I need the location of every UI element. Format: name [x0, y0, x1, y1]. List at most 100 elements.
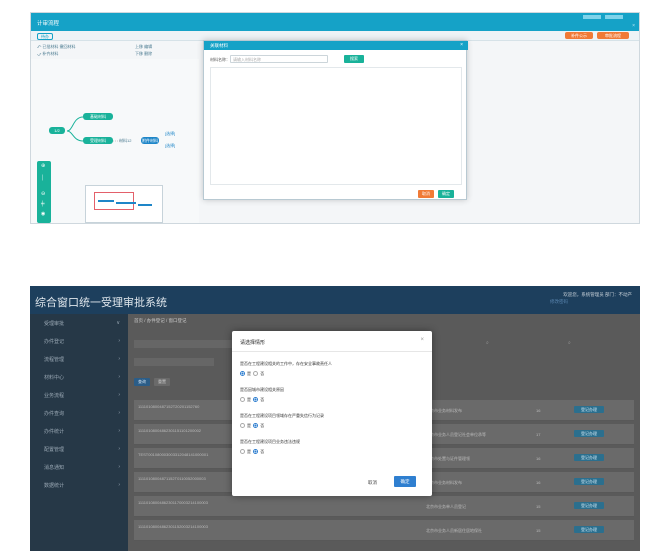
tool-approved[interactable]: 已批材料 [42, 44, 58, 49]
sidebar-item[interactable]: 数据统计 [44, 482, 64, 489]
change-password-link[interactable]: 修改密码 [550, 299, 568, 305]
line-tool-icon[interactable]: │ [41, 175, 44, 181]
sidebar-item[interactable]: 业务流程 [44, 392, 64, 399]
question-1-options: 是 否 [240, 371, 264, 377]
radio-yes[interactable] [240, 371, 245, 377]
question-1: 是否在工程建设相关的工作中，存在安全事故责任人 [240, 361, 332, 366]
sidebar-item[interactable]: 办件查询 [44, 410, 64, 417]
toolbar-left: ⤺ 已批材料 撤回材料 [37, 44, 76, 50]
flow-editor-title: 计审流程 [37, 21, 60, 27]
radio-yes[interactable] [240, 397, 245, 403]
cancel-button[interactable]: 取消 [368, 480, 377, 486]
material-modal-title: 关联材料 [210, 43, 228, 48]
sidebar-item[interactable]: 消息通知 [44, 464, 64, 471]
user-info: 欢迎您，系统管理员 部门：不动产 [563, 292, 632, 297]
divider [232, 351, 432, 352]
view-icon[interactable]: ◉ [41, 211, 45, 217]
flow-node-attach[interactable]: 附件材料 [141, 137, 159, 144]
confirm-button[interactable]: 确定 [438, 190, 454, 198]
canvas-tool-sidebar: ⊕ │ ⊖ ╪ ◉ [37, 161, 51, 223]
flow-node-accept[interactable]: 受理材料 [83, 137, 113, 144]
radio-yes[interactable] [240, 449, 245, 455]
register-button[interactable]: 登记办理 [574, 430, 604, 437]
tool-complete[interactable]: 补齐材料 [42, 51, 58, 56]
minimap[interactable] [85, 185, 163, 223]
material-modal-header: 关联材料 × [204, 41, 468, 50]
sidebar-item[interactable]: 办件统计 [44, 428, 64, 435]
register-button[interactable]: 登记办理 [574, 502, 604, 509]
query-button[interactable]: 查询 [134, 378, 150, 386]
search-button[interactable]: 搜索 [344, 55, 364, 63]
register-button[interactable]: 登记办理 [574, 454, 604, 461]
flow-node-basic[interactable]: 基础材料 [83, 113, 113, 120]
chevron-right-icon: › [118, 338, 120, 344]
approval-button[interactable]: 审批流程 [597, 32, 629, 39]
tool-withdraw[interactable]: 撤回材料 [60, 44, 76, 49]
material-list-area[interactable] [210, 67, 462, 185]
chevron-right-icon: › [118, 356, 120, 362]
cancel-button[interactable]: 取消 [418, 190, 434, 198]
search-icon[interactable]: ⌕ [568, 340, 571, 346]
zoom-out-icon[interactable]: ⊖ [41, 191, 45, 197]
window-control[interactable] [605, 15, 623, 19]
register-button[interactable]: 登记办理 [574, 526, 604, 533]
chevron-right-icon: › [118, 410, 120, 416]
minimap-node [116, 202, 136, 204]
material-modal: 关联材料 × 材料名称： 请输入材料名称 搜索 取消 确定 [203, 40, 468, 200]
close-icon[interactable]: × [420, 337, 424, 343]
toolbar-left-2: ⤻ 补齐材料 [37, 51, 58, 57]
radio-no[interactable] [253, 371, 259, 377]
radio-yes[interactable] [240, 423, 245, 429]
sidebar-item[interactable]: 受理审批 [44, 320, 64, 327]
table-row: 11110108004862301170003214100003 北京市业务单人… [134, 496, 634, 517]
minimap-node [98, 200, 114, 202]
minimap-node [138, 204, 152, 206]
delete-button[interactable]: 删除 [144, 51, 152, 56]
sidebar-item[interactable]: 办件登记 [44, 338, 64, 345]
material-name-input[interactable]: 请输入材料名称 [230, 55, 328, 63]
chevron-right-icon: › [118, 464, 120, 470]
radio-no[interactable] [253, 449, 259, 455]
question-3-options: 是 否 [240, 423, 264, 429]
register-button[interactable]: 登记办理 [574, 406, 604, 413]
flow-editor-window: 计审流程 × 待办 补件公示 审批流程 ⤺ 已批材料 撤回材料 ⤻ 补齐材料 上… [30, 12, 640, 224]
app-title: 综合窗口统一受理审批系统 [35, 297, 167, 309]
chevron-down-icon: ∨ [116, 320, 120, 326]
breadcrumb: 首页 / 办件登记 / 窗口登记 [134, 318, 187, 323]
radio-no[interactable] [253, 397, 259, 403]
tab-todo[interactable]: 待办 [37, 33, 53, 40]
move-up-button[interactable]: 上移 [135, 44, 143, 49]
close-icon[interactable]: × [460, 42, 463, 48]
toolbar-mid-2: 下移 删除 [135, 51, 152, 57]
question-3: 是否在工程建设项目领域存在严重失信行为记录 [240, 413, 324, 418]
flow-node-badge[interactable]: 1/2 [49, 127, 65, 134]
chevron-right-icon: › [118, 428, 120, 434]
material-name-label: 材料名称： [210, 57, 230, 62]
close-icon[interactable]: × [632, 23, 635, 29]
question-4: 是否在工程建设项目业务违法违规 [240, 439, 300, 444]
zoom-in-icon[interactable]: ⊕ [41, 163, 45, 169]
move-down-button[interactable]: 下移 [135, 51, 143, 56]
edit-button[interactable]: 编辑 [144, 44, 152, 49]
sidebar-item[interactable]: 配置管理 [44, 446, 64, 453]
sidebar-item[interactable]: 流程管理 [44, 356, 64, 363]
confirm-button[interactable]: 确定 [394, 476, 416, 487]
window-control[interactable] [583, 15, 601, 19]
question-2: 是否因城市建设相关原因 [240, 387, 284, 392]
sidebar-item[interactable]: 材料中心 [44, 374, 64, 381]
reset-button[interactable]: 重置 [154, 378, 170, 386]
scenario-modal: 请选择情形 × 是否在工程建设相关的工作中，存在安全事故责任人 是 否 是否因城… [232, 331, 432, 496]
question-2-options: 是 否 [240, 397, 264, 403]
toolbar-mid: 上移 编辑 [135, 44, 152, 50]
undo-icon[interactable]: ⤺ [37, 44, 41, 49]
radio-no[interactable] [253, 423, 259, 429]
redo-icon[interactable]: ⤻ [37, 51, 41, 56]
register-button[interactable]: 登记办理 [574, 478, 604, 485]
filter-select[interactable] [134, 358, 214, 366]
flow-select-link-2[interactable]: [选择] [165, 143, 175, 149]
supplement-button[interactable]: 补件公示 [565, 32, 593, 39]
flow-select-link[interactable]: [选择] [165, 131, 175, 137]
fit-icon[interactable]: ╪ [41, 201, 45, 207]
flow-sub-label: 材料12 [119, 138, 132, 143]
search-icon[interactable]: ⌕ [486, 340, 489, 346]
